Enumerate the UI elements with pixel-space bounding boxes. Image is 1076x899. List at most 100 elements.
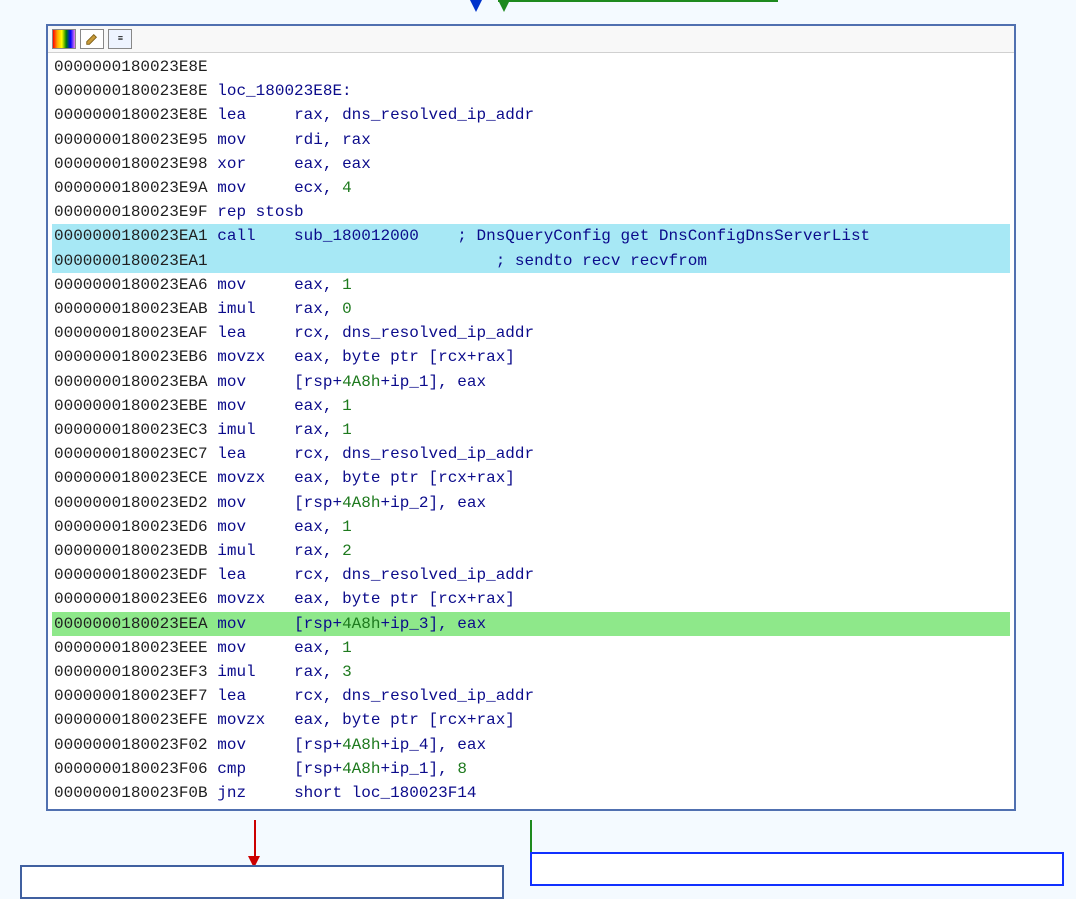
mnemonic: lea [217,445,246,463]
mnemonic: mov [217,373,246,391]
disasm-line[interactable]: 0000000180023ED6 mov eax, 1 [52,515,1010,539]
disasm-line[interactable]: 0000000180023EAF lea rcx, dns_resolved_i… [52,321,1010,345]
operand: eax, [294,276,342,294]
immediate: 3 [342,663,352,681]
disasm-line[interactable]: 0000000180023E9F rep stosb [52,200,1010,224]
immediate: 1 [342,421,352,439]
address: 0000000180023E9F [54,203,208,221]
mnemonic: lea [217,106,246,124]
disasm-line[interactable]: 0000000180023E9A mov ecx, 4 [52,176,1010,200]
operand: eax, byte ptr [rcx+rax] [294,469,515,487]
disasm-line[interactable]: 0000000180023EA1 ; sendto recv recvfrom [52,249,1010,273]
address: 0000000180023E8E [54,82,208,100]
disasm-line[interactable]: 0000000180023E95 mov rdi, rax [52,128,1010,152]
outgoing-edge-green [530,820,532,852]
operand: rcx, dns_resolved_ip_addr [294,566,534,584]
disasm-line[interactable]: 0000000180023ECE movzx eax, byte ptr [rc… [52,466,1010,490]
operand: eax, eax [294,155,371,173]
disasm-line[interactable]: 0000000180023ED2 mov [rsp+4A8h+ip_2], ea… [52,491,1010,515]
disassembly-code[interactable]: 0000000180023E8E0000000180023E8E loc_180… [48,53,1014,809]
address: 0000000180023E98 [54,155,208,173]
address: 0000000180023F0B [54,784,208,802]
address: 0000000180023EC3 [54,421,208,439]
disasm-line[interactable]: 0000000180023EEA mov [rsp+4A8h+ip_3], ea… [52,612,1010,636]
immediate: 2 [342,542,352,560]
immediate: 4A8h [342,760,380,778]
disasm-line[interactable]: 0000000180023EAB imul rax, 0 [52,297,1010,321]
disasm-line[interactable]: 0000000180023E8E lea rax, dns_resolved_i… [52,103,1010,127]
successor-block-left[interactable] [20,865,504,899]
operand: eax, byte ptr [rcx+rax] [294,348,515,366]
mnemonic: jnz [217,784,246,802]
address: 0000000180023EAB [54,300,208,318]
operand: eax, [294,639,342,657]
disasm-line[interactable]: 0000000180023EB6 movzx eax, byte ptr [rc… [52,345,1010,369]
mnemonic: imul [217,663,255,681]
disasm-line[interactable]: 0000000180023EA6 mov eax, 1 [52,273,1010,297]
operand: rcx, dns_resolved_ip_addr [294,445,534,463]
operand: rax, dns_resolved_ip_addr [294,106,534,124]
mnemonic: movzx [217,711,265,729]
mnemonic: mov [217,131,246,149]
address: 0000000180023EA1 [54,252,208,270]
disasm-line[interactable]: 0000000180023EEE mov eax, 1 [52,636,1010,660]
disasm-line[interactable]: 0000000180023EDB imul rax, 2 [52,539,1010,563]
disasm-line[interactable]: 0000000180023E98 xor eax, eax [52,152,1010,176]
disasm-line[interactable]: 0000000180023EF3 imul rax, 3 [52,660,1010,684]
label-ref: loc_180023E8E: [217,82,351,100]
comment: ; DnsQueryConfig get DnsConfigDnsServerL… [457,227,870,245]
disasm-line[interactable]: 0000000180023EE6 movzx eax, byte ptr [rc… [52,587,1010,611]
disasm-line[interactable]: 0000000180023EDF lea rcx, dns_resolved_i… [52,563,1010,587]
operand: ], eax [429,615,487,633]
mnemonic: call [217,227,255,245]
label-ref: ip_3 [390,615,428,633]
operand: eax, byte ptr [rcx+rax] [294,590,515,608]
mnemonic: movzx [217,469,265,487]
immediate: 1 [342,276,352,294]
successor-block-right[interactable] [530,852,1064,886]
outgoing-edge-red [254,820,256,860]
label-ref: ip_2 [390,494,428,512]
color-palette-icon[interactable] [52,29,76,49]
mnemonic: lea [217,687,246,705]
disasm-line[interactable]: 0000000180023EBE mov eax, 1 [52,394,1010,418]
immediate: 4 [342,179,352,197]
mnemonic: mov [217,639,246,657]
operand: + [380,615,390,633]
immediate: 4A8h [342,615,380,633]
mnemonic: mov [217,397,246,415]
address: 0000000180023EAF [54,324,208,342]
disasm-line[interactable]: 0000000180023F0B jnz short loc_180023F14 [52,781,1010,805]
mnemonic: lea [217,566,246,584]
operand: sub_180012000 [294,227,419,245]
disasm-line[interactable]: 0000000180023EA1 call sub_180012000 ; Dn… [52,224,1010,248]
mnemonic: movzx [217,348,265,366]
disasm-line[interactable]: 0000000180023EC7 lea rcx, dns_resolved_i… [52,442,1010,466]
disasm-line[interactable]: 0000000180023E8E loc_180023E8E: [52,79,1010,103]
disassembly-block[interactable]: ≡ 0000000180023E8E0000000180023E8E loc_1… [46,24,1016,811]
operand: ], eax [429,494,487,512]
operand: rcx, dns_resolved_ip_addr [294,324,534,342]
disasm-line[interactable]: 0000000180023EC3 imul rax, 1 [52,418,1010,442]
disasm-line[interactable]: 0000000180023F06 cmp [rsp+4A8h+ip_1], 8 [52,757,1010,781]
immediate: 4A8h [342,736,380,754]
incoming-arrow-blue-icon [470,0,482,12]
immediate: 8 [457,760,467,778]
operand: [rsp+ [294,736,342,754]
disasm-line[interactable]: 0000000180023EBA mov [rsp+4A8h+ip_1], ea… [52,370,1010,394]
mnemonic: mov [217,736,246,754]
incoming-arrow-green-icon [498,0,510,12]
immediate: 0 [342,300,352,318]
disasm-line[interactable]: 0000000180023F02 mov [rsp+4A8h+ip_4], ea… [52,733,1010,757]
edit-icon[interactable] [80,29,104,49]
mnemonic: lea [217,324,246,342]
operand: eax, byte ptr [rcx+rax] [294,711,515,729]
mnemonic: mov [217,494,246,512]
address: 0000000180023EA1 [54,227,208,245]
disasm-line[interactable]: 0000000180023E8E [52,55,1010,79]
operand: rax, [294,542,342,560]
hex-view-icon[interactable]: ≡ [108,29,132,49]
mnemonic: mov [217,518,246,536]
disasm-line[interactable]: 0000000180023EFE movzx eax, byte ptr [rc… [52,708,1010,732]
disasm-line[interactable]: 0000000180023EF7 lea rcx, dns_resolved_i… [52,684,1010,708]
